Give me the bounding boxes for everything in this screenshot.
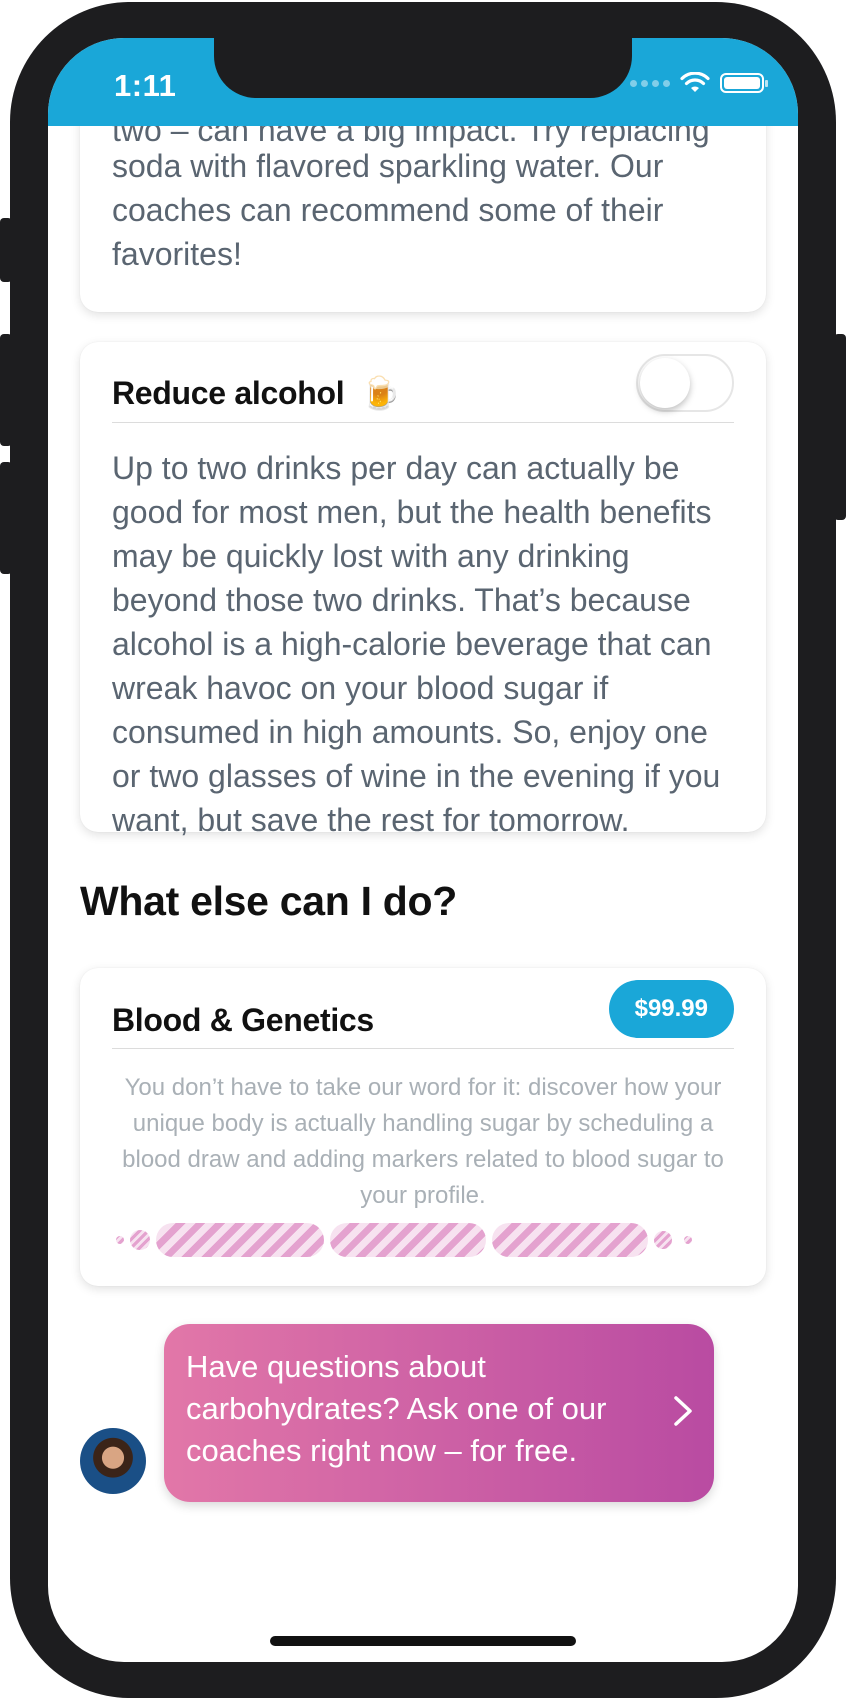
beer-mug-icon: 🍺 <box>360 374 401 412</box>
cellular-signal-icon <box>630 79 670 87</box>
status-time: 1:11 <box>114 68 177 103</box>
toggle-knob <box>640 358 690 408</box>
notch <box>214 38 632 98</box>
blood-genetics-title: Blood & Genetics <box>112 1002 374 1038</box>
phone-frame: two – can have a big impact. Try replaci… <box>0 0 846 1700</box>
progress-stripes <box>116 1222 730 1258</box>
home-indicator[interactable] <box>270 1636 576 1646</box>
coach-avatar <box>80 1428 146 1494</box>
coach-cta-text: Have questions about carbohydrates? Ask … <box>186 1349 607 1468</box>
coach-cta-row: Have questions about carbohydrates? Ask … <box>48 1324 798 1524</box>
stripe-pill <box>156 1223 324 1257</box>
coach-cta-button[interactable]: Have questions about carbohydrates? Ask … <box>164 1324 714 1502</box>
reduce-alcohol-card: Reduce alcohol 🍺 Up to two drinks per da… <box>80 342 766 838</box>
stripe-dot <box>130 1230 150 1250</box>
divider <box>112 422 734 423</box>
sugary-drinks-text: soda with flavored sparkling water. Our … <box>112 148 664 272</box>
stripe-dot <box>684 1236 692 1244</box>
scroll-content[interactable]: two – can have a big impact. Try replaci… <box>48 126 798 1662</box>
wifi-icon <box>680 72 710 92</box>
screen: two – can have a big impact. Try replaci… <box>48 38 798 1662</box>
price-badge[interactable]: $99.99 <box>608 980 734 1038</box>
divider <box>112 1048 734 1049</box>
sugary-drinks-card: two – can have a big impact. Try replaci… <box>80 126 766 312</box>
reduce-alcohol-toggle[interactable] <box>636 354 734 412</box>
reduce-alcohol-title-text: Reduce alcohol <box>112 375 345 411</box>
battery-icon <box>720 73 768 93</box>
reduce-alcohol-title: Reduce alcohol 🍺 <box>112 374 401 412</box>
reduce-alcohol-body: Up to two drinks per day can actually be… <box>112 450 721 838</box>
blood-genetics-description: You don’t have to take our word for it: … <box>122 1074 724 1209</box>
stripe-pill <box>492 1223 648 1257</box>
status-icons <box>630 72 768 94</box>
stripe-dot <box>654 1231 672 1249</box>
chevron-right-icon <box>674 1396 692 1426</box>
blood-genetics-card[interactable]: Blood & Genetics $99.99 You don’t have t… <box>80 968 766 1286</box>
stripe-dot <box>116 1236 124 1244</box>
stripe-pill <box>330 1223 486 1257</box>
section-heading: What else can I do? <box>80 878 458 924</box>
